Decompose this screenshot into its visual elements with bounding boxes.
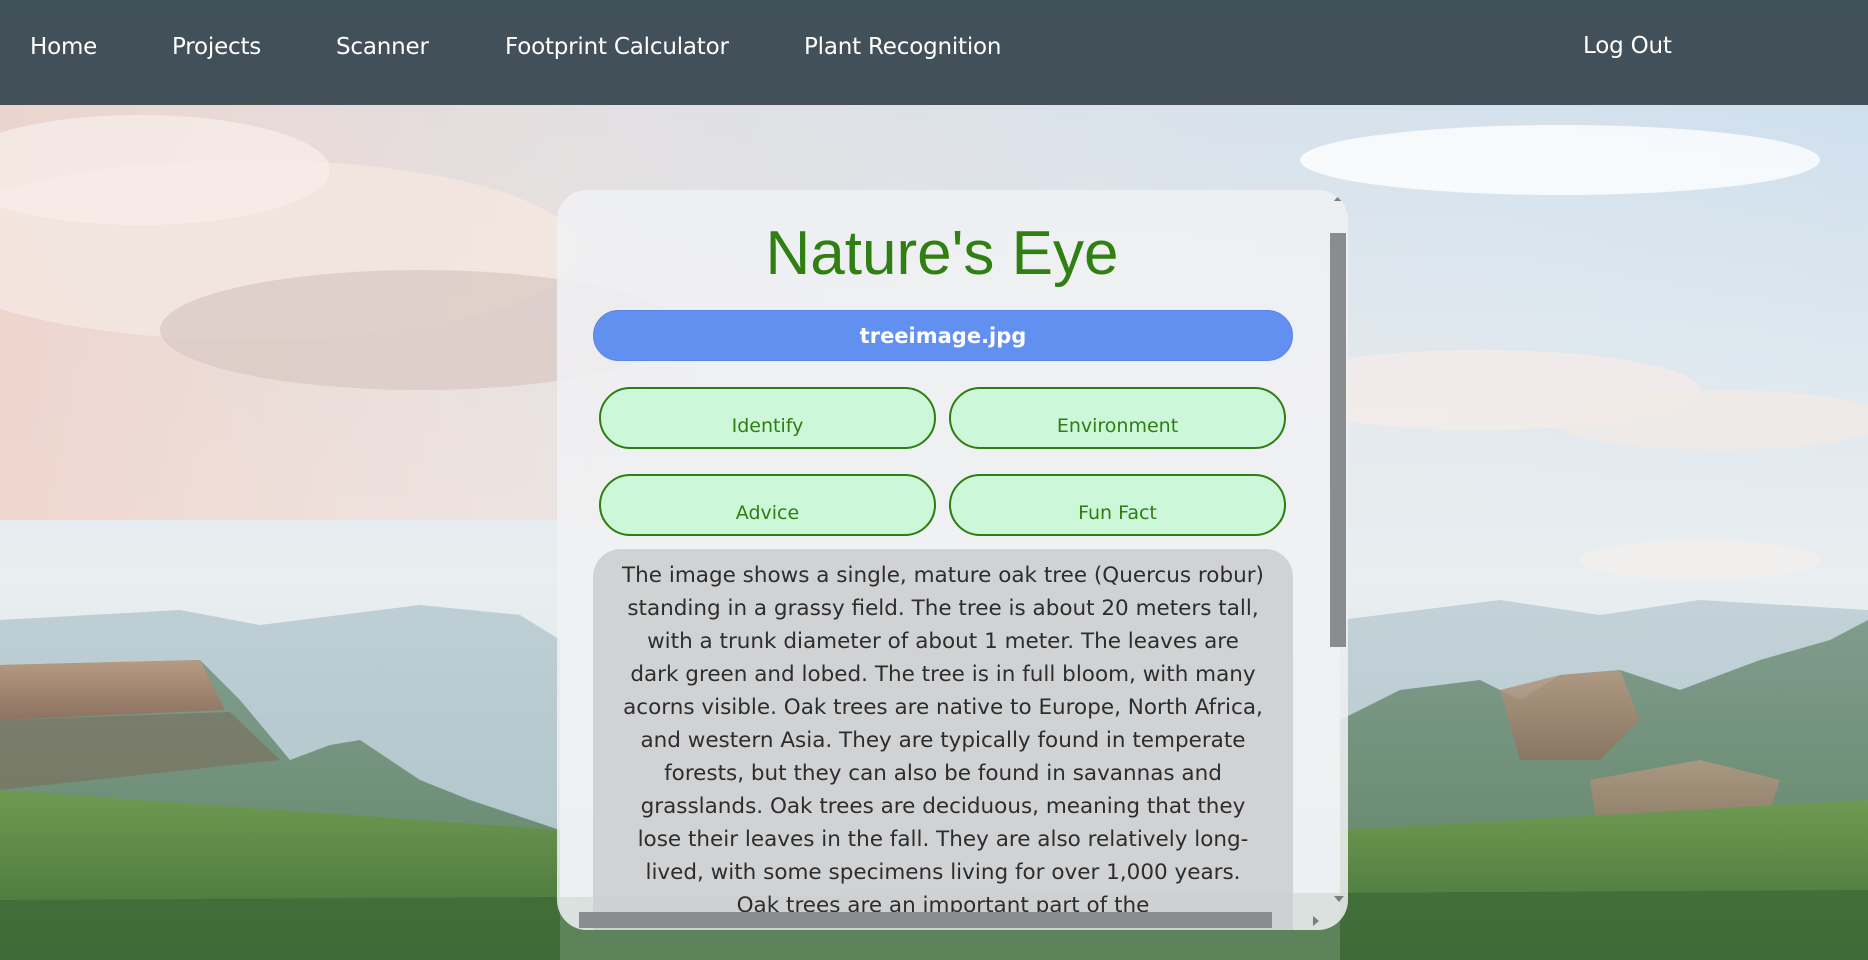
identify-button[interactable]: Identify (599, 387, 936, 449)
scroll-up-icon[interactable] (1334, 195, 1344, 201)
advice-button[interactable]: Advice (599, 474, 936, 536)
file-upload-button[interactable]: treeimage.jpg (593, 310, 1293, 361)
nav-scanner-link[interactable]: Scanner (336, 34, 429, 60)
vertical-scroll-thumb[interactable] (1330, 233, 1346, 647)
scroll-right-icon[interactable] (1313, 916, 1319, 926)
nav-home-link[interactable]: Home (30, 34, 97, 60)
environment-button[interactable]: Environment (949, 387, 1286, 449)
horizontal-scroll-thumb[interactable] (579, 912, 1272, 928)
logout-link[interactable]: Log Out (1583, 33, 1672, 59)
fun-fact-button[interactable]: Fun Fact (949, 474, 1286, 536)
page-title: Nature's Eye (765, 219, 1119, 288)
result-text-panel: The image shows a single, mature oak tre… (593, 549, 1293, 930)
natures-eye-card: Nature's Eye treeimage.jpg Identify Envi… (557, 190, 1348, 930)
nav-plant-recognition-link[interactable]: Plant Recognition (804, 34, 1002, 60)
top-nav-bar: Home Projects Scanner Footprint Calculat… (0, 0, 1868, 105)
nav-projects-link[interactable]: Projects (172, 34, 261, 60)
scroll-down-icon[interactable] (1334, 896, 1344, 902)
nav-footprint-calculator-link[interactable]: Footprint Calculator (505, 34, 729, 60)
